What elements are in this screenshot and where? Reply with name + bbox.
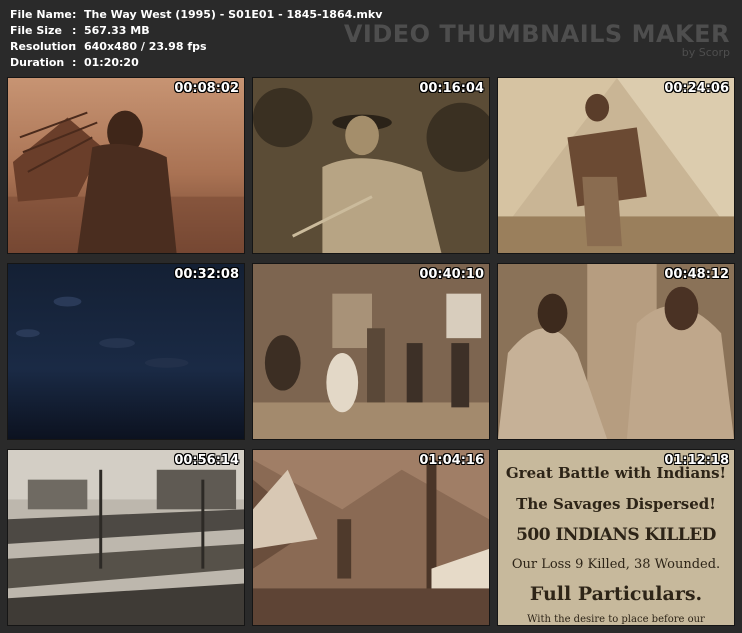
- frame-mining-camp: [253, 450, 489, 625]
- separator: :: [72, 56, 77, 69]
- separator: :: [72, 40, 77, 53]
- frame-family-sod-house: [253, 264, 489, 439]
- brand-title: VIDEO THUMBNAILS MAKER: [343, 20, 730, 48]
- thumbnail-9[interactable]: Great Battle with Indians! The Savages D…: [497, 449, 735, 626]
- resolution-value: 640x480 / 23.98 fps: [84, 40, 207, 53]
- thumbnail-1[interactable]: 00:08:02: [7, 77, 245, 254]
- duration-row: Duration : 01:20:20: [10, 55, 382, 71]
- brand-subtitle: by Scorp: [681, 46, 730, 59]
- newspaper-clipping: Great Battle with Indians! The Savages D…: [498, 450, 734, 625]
- timestamp: 00:24:06: [664, 81, 729, 96]
- thumbnail-8[interactable]: 01:04:16: [252, 449, 490, 626]
- thumbnail-3[interactable]: 00:24:06: [497, 77, 735, 254]
- file-size-row: File Size : 567.33 MB: [10, 23, 382, 39]
- headline-line-2: The Savages Dispersed!: [516, 495, 716, 513]
- thumbnail-2[interactable]: 00:16:04: [252, 77, 490, 254]
- thumbnail-4[interactable]: 00:32:08: [7, 263, 245, 440]
- file-size-value: 567.33 MB: [84, 24, 150, 37]
- thumbnail-7[interactable]: 00:56:14: [7, 449, 245, 626]
- timestamp: 00:16:04: [419, 81, 484, 96]
- timestamp: 01:04:16: [419, 453, 484, 468]
- headline-line-3: 500 INDIANS KILLED: [516, 525, 716, 545]
- timestamp: 00:56:14: [174, 453, 239, 468]
- separator: :: [72, 8, 77, 21]
- frame-tipi-woman-firewood: [498, 78, 734, 253]
- file-name-value: The Way West (1995) - S01E01 - 1845-1864…: [84, 8, 383, 21]
- brand-watermark: VIDEO THUMBNAILS MAKER by Scorp: [344, 20, 730, 59]
- headline-line-5: Full Particulars.: [529, 583, 703, 605]
- frame-woman-carrying-sticks: [8, 78, 244, 253]
- file-size-label: File Size: [10, 24, 62, 37]
- file-info: File Name : The Way West (1995) - S01E01…: [10, 7, 382, 71]
- header: File Name : The Way West (1995) - S01E01…: [0, 0, 742, 74]
- timestamp: 00:32:08: [174, 267, 239, 282]
- headline-line-4: Our Loss 9 Killed, 38 Wounded.: [511, 557, 721, 572]
- frame-wrapped-figures: [498, 264, 734, 439]
- frame-man-with-hat: [253, 78, 489, 253]
- separator: :: [72, 24, 77, 37]
- file-name-label: File Name: [10, 8, 72, 21]
- body-line: With the desire to place before our: [527, 614, 705, 625]
- frame-engraving-execution: [8, 450, 244, 625]
- resolution-label: Resolution: [10, 40, 77, 53]
- thumbnail-5[interactable]: 00:40:10: [252, 263, 490, 440]
- duration-value: 01:20:20: [84, 56, 139, 69]
- timestamp: 01:12:18: [664, 453, 729, 468]
- duration-label: Duration: [10, 56, 65, 69]
- file-name-row: File Name : The Way West (1995) - S01E01…: [10, 7, 382, 23]
- thumbnail-6[interactable]: 00:48:12: [497, 263, 735, 440]
- resolution-row: Resolution : 640x480 / 23.98 fps: [10, 39, 382, 55]
- frame-night-sky: [8, 264, 244, 439]
- timestamp: 00:40:10: [419, 267, 484, 282]
- timestamp: 00:48:12: [664, 267, 729, 282]
- timestamp: 00:08:02: [174, 81, 239, 96]
